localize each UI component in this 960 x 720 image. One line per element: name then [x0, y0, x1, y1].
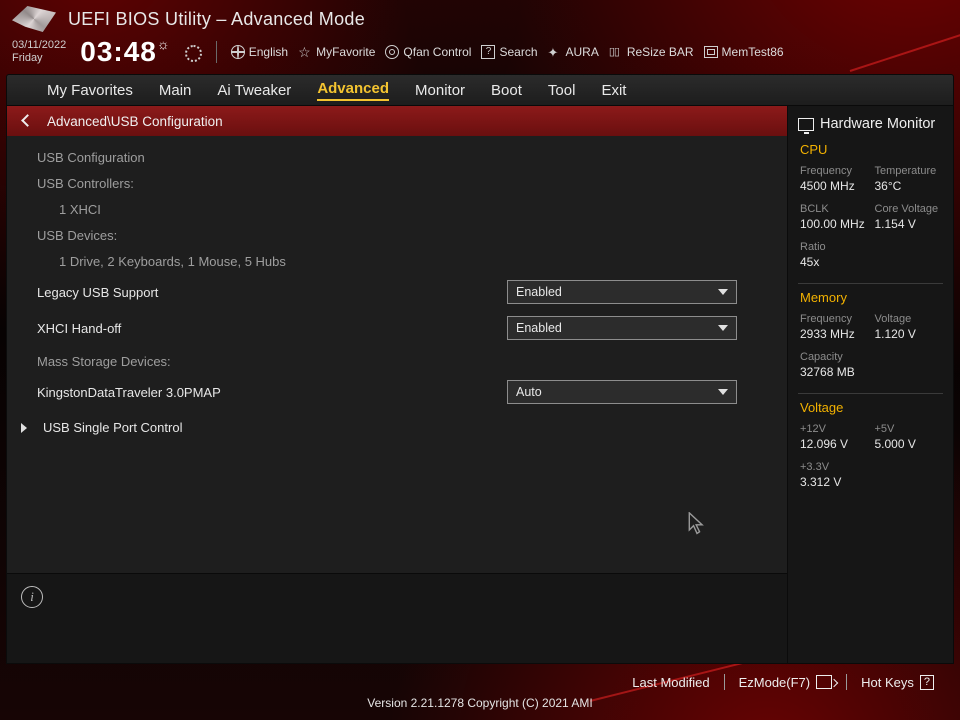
p5-value: 5.000 V [875, 437, 942, 451]
main-tabs: My Favorites Main Ai Tweaker Advanced Mo… [6, 74, 954, 106]
mass-storage-label: Mass Storage Devices: [37, 348, 769, 374]
mem-volt-value: 1.120 V [875, 327, 942, 341]
xhci-handoff-label: XHCI Hand-off [37, 321, 507, 336]
hardware-monitor-panel: Hardware Monitor CPU Frequency Temperatu… [788, 106, 954, 664]
xhci-handoff-select[interactable]: Enabled [507, 316, 737, 340]
hwmon-title: Hardware Monitor [798, 116, 941, 132]
tab-ai-tweaker[interactable]: Ai Tweaker [217, 82, 291, 99]
cpu-cv-label: Core Voltage [875, 203, 942, 215]
help-strip: i [7, 573, 787, 663]
mem-volt-label: Voltage [875, 313, 942, 325]
tab-advanced[interactable]: Advanced [317, 80, 389, 101]
divider [216, 41, 217, 63]
aura-link[interactable]: ✦AURA [548, 45, 599, 59]
usb-devices-value: 1 Drive, 2 Keyboards, 1 Mouse, 5 Hubs [37, 248, 769, 274]
divider [724, 674, 725, 690]
p5-label: +5V [875, 423, 942, 435]
tab-monitor[interactable]: Monitor [415, 82, 465, 99]
app-title: UEFI BIOS Utility – Advanced Mode [68, 9, 365, 30]
cpu-bclk-label: BCLK [800, 203, 867, 215]
cpu-freq-label: Frequency [800, 165, 867, 177]
resizebar-link[interactable]: ▯▯ReSize BAR [609, 45, 694, 59]
qfan-link[interactable]: Qfan Control [385, 45, 471, 59]
fan-icon [385, 45, 399, 59]
section-title: USB Configuration [37, 144, 769, 170]
p33-label: +3.3V [800, 461, 867, 473]
breadcrumb-bar: Advanced\USB Configuration [7, 106, 787, 136]
version-text: Version 2.21.1278 Copyright (C) 2021 AMI [0, 696, 960, 710]
tab-exit[interactable]: Exit [601, 82, 626, 99]
chevron-down-icon [718, 325, 728, 331]
tab-tool[interactable]: Tool [548, 82, 576, 99]
hwmon-cpu-head: CPU [800, 142, 941, 157]
clock: 03:48☼ [80, 36, 170, 68]
hwmon-volt-head: Voltage [800, 400, 941, 415]
mem-cap-value: 32768 MB [800, 365, 867, 379]
chevron-down-icon [718, 389, 728, 395]
divider [846, 674, 847, 690]
breadcrumb-text: Advanced\USB Configuration [47, 114, 223, 129]
usb-controllers-value: 1 XHCI [37, 196, 769, 222]
settings-gear-icon[interactable] [185, 45, 202, 62]
memtest-link[interactable]: MemTest86 [704, 45, 784, 59]
drive-label: KingstonDataTraveler 3.0PMAP [37, 385, 507, 400]
sparkle-icon: ✦ [548, 45, 562, 59]
cpu-ratio-label: Ratio [800, 241, 867, 253]
monitor-icon [798, 118, 814, 131]
tab-boot[interactable]: Boot [491, 82, 522, 99]
search-link[interactable]: ?Search [481, 45, 537, 59]
cpu-temp-label: Temperature [875, 165, 942, 177]
cpu-bclk-value: 100.00 MHz [800, 217, 867, 231]
p12-label: +12V [800, 423, 867, 435]
cpu-freq-value: 4500 MHz [800, 179, 867, 193]
p12-value: 12.096 V [800, 437, 867, 451]
date-block: 03/11/2022 Friday [12, 39, 66, 64]
myfavorite-link[interactable]: ☆MyFavorite [298, 45, 375, 59]
usb-single-port-control[interactable]: USB Single Port Control [37, 410, 769, 435]
legacy-usb-label: Legacy USB Support [37, 285, 507, 300]
hwmon-mem-head: Memory [800, 290, 941, 305]
usb-controllers-label: USB Controllers: [37, 170, 769, 196]
mem-freq-value: 2933 MHz [800, 327, 867, 341]
rog-logo-icon [12, 6, 56, 32]
chevron-down-icon [718, 289, 728, 295]
chip-icon [704, 46, 718, 58]
cpu-ratio-value: 45x [800, 255, 867, 269]
tab-main[interactable]: Main [159, 82, 192, 99]
language-link[interactable]: English [231, 45, 288, 59]
cpu-cv-value: 1.154 V [875, 217, 942, 231]
mouse-cursor-icon [688, 512, 706, 536]
back-arrow-icon[interactable] [19, 112, 37, 130]
legacy-usb-select[interactable]: Enabled [507, 280, 737, 304]
divider [798, 283, 943, 284]
drive-mode-select[interactable]: Auto [507, 380, 737, 404]
tab-my-favorites[interactable]: My Favorites [47, 82, 133, 99]
triangle-right-icon [21, 423, 27, 433]
globe-icon [231, 45, 245, 59]
mem-cap-label: Capacity [800, 351, 867, 363]
star-icon: ☆ [298, 45, 312, 59]
last-modified-link[interactable]: Last Modified [632, 675, 709, 690]
info-icon: i [21, 586, 43, 608]
p33-value: 3.312 V [800, 475, 867, 489]
bar-icon: ▯▯ [609, 45, 623, 59]
divider [798, 393, 943, 394]
exit-icon [816, 675, 832, 689]
question-key-icon: ? [920, 675, 934, 690]
usb-devices-label: USB Devices: [37, 222, 769, 248]
cpu-temp-value: 36°C [875, 179, 942, 193]
mem-freq-label: Frequency [800, 313, 867, 325]
hotkeys-link[interactable]: Hot Keys ? [861, 675, 934, 690]
ezmode-link[interactable]: EzMode(F7) [739, 675, 833, 690]
question-icon: ? [481, 45, 495, 59]
